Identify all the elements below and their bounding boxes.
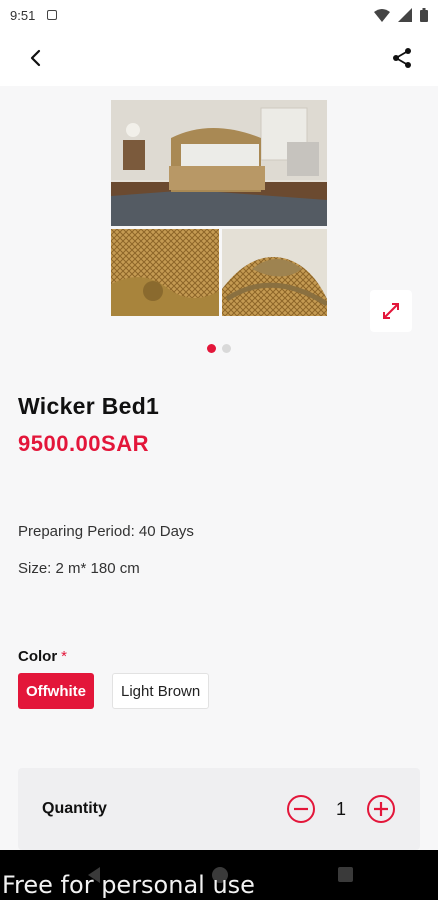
color-label-text: Color [18, 648, 58, 665]
required-mark: * [61, 648, 68, 665]
status-bar: 9:51 [0, 0, 438, 30]
gallery-page-indicator [0, 344, 438, 353]
gallery-image-bedroom[interactable] [111, 100, 327, 226]
back-button[interactable] [18, 40, 54, 76]
signal-icon [398, 8, 412, 22]
quantity-card: Quantity 1 [18, 768, 420, 850]
expand-image-button[interactable] [370, 290, 412, 332]
expand-icon [383, 303, 399, 319]
size-text: Size: 2 m* 180 cm [18, 560, 140, 577]
preparing-period-text: Preparing Period: 40 Days [18, 523, 194, 540]
plus-circle-icon[interactable] [366, 794, 396, 824]
notification-icon [47, 10, 58, 20]
product-image-gallery[interactable] [111, 100, 327, 316]
gallery-image-wicker-detail[interactable] [111, 229, 219, 316]
quantity-label: Quantity [42, 800, 107, 817]
quantity-value: 1 [335, 798, 346, 819]
wifi-icon [374, 8, 390, 22]
page-dot[interactable] [222, 344, 231, 353]
minus-circle-icon[interactable] [286, 794, 316, 824]
color-options: Offwhite Light Brown [18, 673, 210, 709]
status-time: 9:51 [10, 7, 36, 23]
gallery-image-carving-detail[interactable] [222, 229, 327, 316]
app-bar [0, 30, 438, 86]
share-icon [393, 48, 411, 68]
color-option-light-brown[interactable]: Light Brown [112, 673, 210, 709]
arrow-back-icon [30, 49, 41, 67]
battery-icon [420, 8, 428, 22]
color-option-offwhite[interactable]: Offwhite [18, 673, 94, 709]
status-icons [374, 8, 428, 22]
product-price: 9500.00SAR [18, 431, 149, 456]
share-button[interactable] [384, 40, 420, 76]
color-label: Color * [18, 648, 67, 665]
quantity-stepper: 1 [286, 794, 396, 824]
page-dot-active[interactable] [207, 344, 216, 353]
product-title: Wicker Bed1 [18, 393, 160, 419]
nav-recents-icon[interactable] [338, 867, 353, 882]
watermark-text: Free for personal use [2, 871, 255, 899]
